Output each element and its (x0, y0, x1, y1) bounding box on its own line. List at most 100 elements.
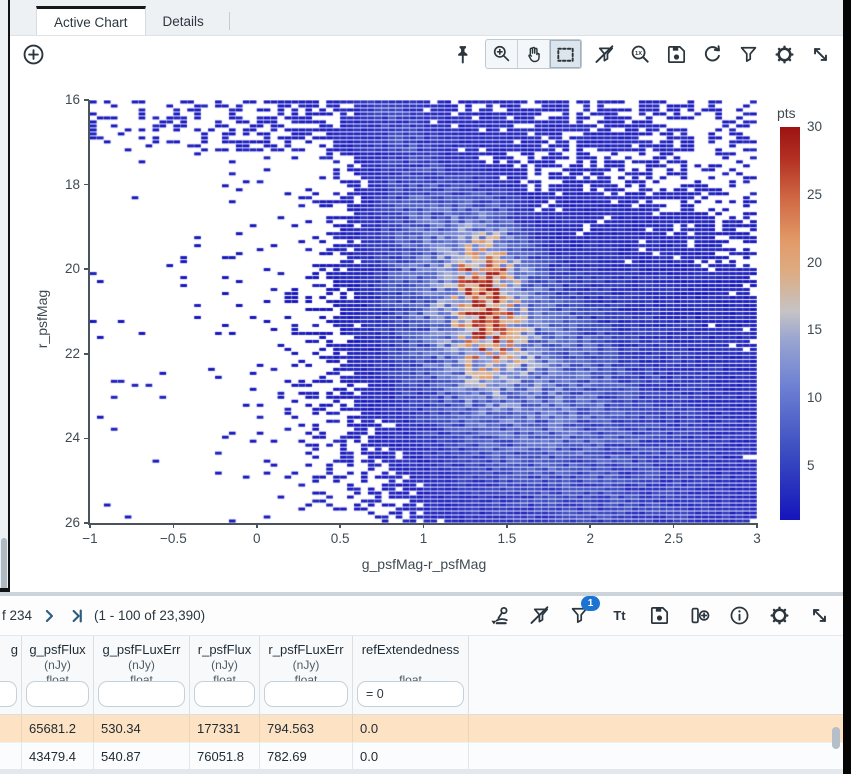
chart-tabbar: Active Chart Details (10, 0, 843, 36)
cell-g_psfFLuxErr[interactable]: 530.34 (94, 715, 190, 742)
y-tick-label: 22 (40, 346, 80, 361)
info-icon[interactable] (726, 602, 753, 629)
add-column-icon[interactable] (686, 602, 713, 629)
column-unit: (nJy) (260, 658, 352, 673)
colorbar-tick-label: 25 (807, 187, 822, 202)
table-tools-dropdown-icon[interactable] (486, 602, 513, 629)
table-row-selected[interactable]: 65681.2530.34177331794.5630.0 (0, 715, 843, 742)
cell-r_psfFLuxErr[interactable]: 782.69 (260, 743, 353, 769)
table-options-icon[interactable] (766, 602, 793, 629)
x-tick-label: −1 (70, 531, 110, 546)
cell-partial[interactable] (0, 743, 22, 769)
cell-r_psfFLuxErr[interactable]: 794.563 (260, 715, 353, 742)
x-tick-mark (423, 523, 425, 528)
column-name: refExtendedness (353, 641, 468, 658)
table-toolbar-right: 1 Tt (486, 602, 833, 629)
last-page-button[interactable] (66, 605, 88, 627)
pin-chart-icon[interactable] (449, 41, 476, 68)
left-scrollbar-thumb[interactable] (1, 538, 7, 590)
x-axis-title: g_psfMag-r_psfMag (90, 556, 758, 572)
chart-tool-group (485, 39, 582, 69)
x-tick-mark (173, 523, 175, 528)
y-axis-line (88, 100, 90, 525)
cell-g_psfFlux[interactable]: 65681.2 (22, 715, 94, 742)
x-tick-label: −0.5 (153, 531, 193, 546)
cell-r_psfFlux[interactable]: 76051.8 (190, 743, 260, 769)
chart-plot-region: g_psfMag-r_psfMag r_psfMag pts −1−0.500.… (10, 72, 843, 592)
x-tick-mark (506, 523, 508, 528)
column-filter-input[interactable] (194, 681, 255, 707)
pan-tool-icon[interactable] (518, 40, 550, 68)
column-header-refExtendedness[interactable]: refExtendednessfloat= 0 (353, 636, 469, 714)
column-filter-input[interactable] (0, 681, 17, 707)
column-filter-input[interactable]: = 0 (357, 681, 464, 707)
next-page-button[interactable] (38, 605, 60, 627)
chart-panel: Active Chart Details 1X g_psfMag-r_psfMa… (10, 0, 843, 592)
save-chart-icon[interactable] (663, 41, 690, 68)
cell-refExtendedness[interactable]: 0.0 (353, 743, 469, 769)
header-filler (469, 636, 843, 714)
table-vertical-scrollbar-thumb[interactable] (832, 727, 840, 749)
column-filter-input[interactable] (264, 681, 348, 707)
save-table-icon[interactable] (646, 602, 673, 629)
column-header-r_psfFlux[interactable]: r_psfFlux(nJy)float (190, 636, 260, 714)
window-edge (843, 0, 851, 774)
column-header-partial[interactable]: g (0, 636, 22, 714)
zoom-original-icon[interactable]: 1X (627, 41, 654, 68)
clear-filters-icon[interactable] (591, 41, 618, 68)
tab-active-chart[interactable]: Active Chart (36, 6, 146, 35)
column-name: r_psfFlux (190, 641, 259, 658)
cell-r_psfFlux[interactable]: 177331 (190, 715, 260, 742)
zoom-tool-icon[interactable] (486, 40, 518, 68)
x-tick-label: 1 (404, 531, 444, 546)
filters-icon[interactable] (735, 41, 762, 68)
table-horizontal-scrollbar[interactable] (0, 769, 843, 774)
x-tick-mark (339, 523, 341, 528)
expand-table-icon[interactable] (806, 602, 833, 629)
y-tick-mark (84, 438, 89, 440)
x-tick-mark (256, 523, 258, 528)
column-unit (0, 658, 21, 673)
colorbar (780, 127, 800, 520)
filters-button-with-badge[interactable]: 1 (566, 602, 593, 629)
table-row[interactable]: 43479.4540.8776051.8782.690.0 (0, 742, 843, 769)
expand-chart-icon[interactable] (807, 41, 834, 68)
table-pagination: f 234 (1 - 100 of 23,390) (2, 605, 205, 627)
restore-chart-icon[interactable] (699, 41, 726, 68)
column-filter-input[interactable] (26, 681, 89, 707)
chart-options-icon[interactable] (771, 41, 798, 68)
column-unit: (nJy) (190, 658, 259, 673)
cell-refExtendedness[interactable]: 0.0 (353, 715, 469, 742)
column-header-r_psfFLuxErr[interactable]: r_psfFLuxErr(nJy)float (260, 636, 353, 714)
select-tool-icon[interactable] (550, 40, 581, 68)
svg-text:Tt: Tt (613, 608, 626, 623)
x-tick-mark (89, 523, 91, 528)
table-rows: 65681.2530.34177331794.5630.043479.4540.… (0, 715, 843, 769)
tab-details[interactable]: Details (146, 8, 221, 35)
column-unit: (nJy) (22, 658, 93, 673)
x-tick-label: 2.5 (654, 531, 694, 546)
x-tick-label: 0.5 (320, 531, 360, 546)
add-chart-icon[interactable] (20, 41, 47, 68)
y-tick-label: 18 (40, 177, 80, 192)
x-tick-label: 3 (737, 531, 777, 546)
cell-g_psfFlux[interactable]: 43479.4 (22, 743, 94, 769)
x-tick-mark (673, 523, 675, 528)
heatmap-canvas[interactable] (90, 100, 757, 523)
colorbar-title: pts (777, 105, 796, 121)
cell-partial[interactable] (0, 715, 22, 742)
text-view-icon[interactable]: Tt (606, 602, 633, 629)
tab-label: Active Chart (54, 15, 128, 30)
adjacent-panel-edge (0, 0, 8, 592)
tab-label: Details (163, 14, 204, 29)
y-tick-mark (84, 353, 89, 355)
cell-g_psfFLuxErr[interactable]: 540.87 (94, 743, 190, 769)
column-header-g_psfFLuxErr[interactable]: g_psfFLuxErr(nJy)float (94, 636, 190, 714)
x-tick-label: 0 (237, 531, 277, 546)
column-filter-input[interactable] (98, 681, 185, 707)
filter-count-badge: 1 (581, 596, 600, 611)
column-header-g_psfFlux[interactable]: g_psfFlux(nJy)float (22, 636, 94, 714)
clear-filters-icon[interactable] (526, 602, 553, 629)
svg-text:1X: 1X (635, 50, 642, 56)
y-tick-mark (84, 268, 89, 270)
